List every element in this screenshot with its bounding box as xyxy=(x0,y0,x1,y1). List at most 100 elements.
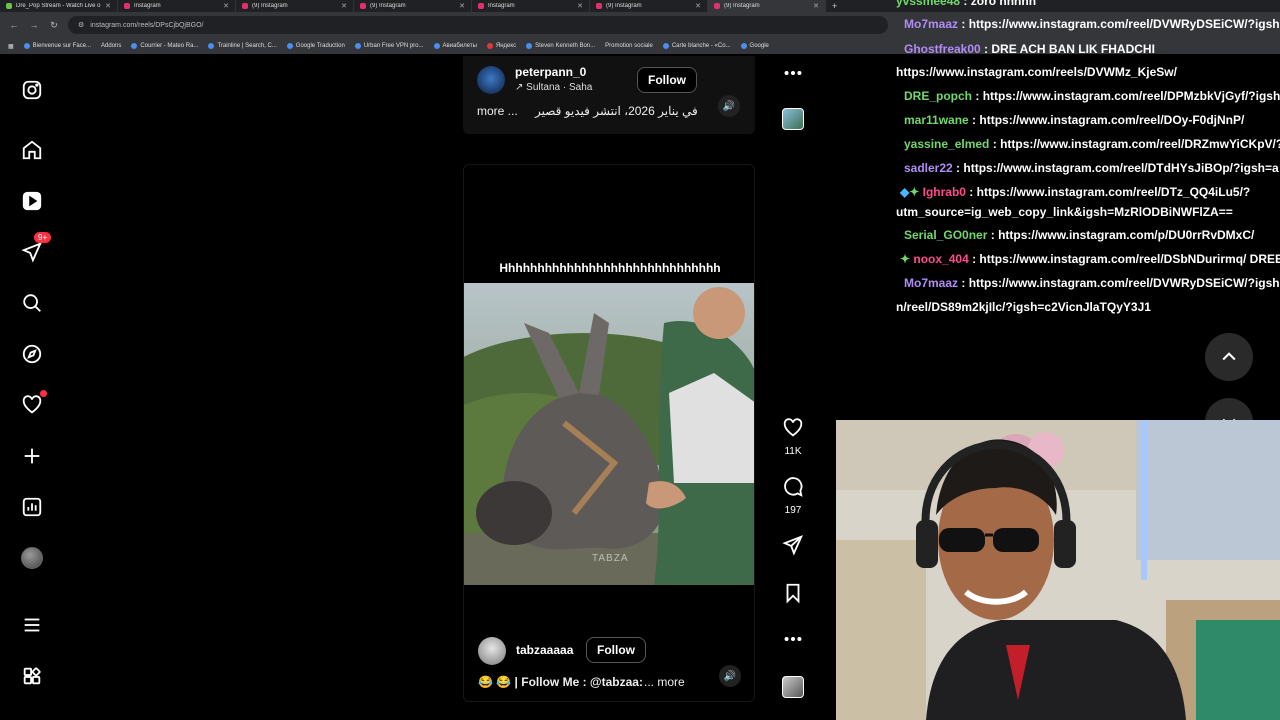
explore-icon[interactable] xyxy=(20,342,44,366)
reel-username[interactable]: tabzaaaaa xyxy=(516,643,573,657)
dashboard-icon[interactable] xyxy=(20,495,44,519)
reload-icon[interactable]: ↻ xyxy=(48,20,60,31)
notifications-heart-icon[interactable] xyxy=(20,390,47,417)
instagram-favicon-icon xyxy=(714,3,720,9)
close-icon[interactable]: ✕ xyxy=(341,2,347,10)
audio-label: Sultana · Saha xyxy=(526,82,593,93)
audio-thumbnail[interactable] xyxy=(780,676,806,698)
home-icon[interactable] xyxy=(20,138,44,162)
bookmark-label: Promotion sociale xyxy=(605,43,653,49)
chat-username: yassine_elmed xyxy=(904,137,990,151)
bookmark-label: Google xyxy=(749,43,769,49)
close-icon[interactable]: ✕ xyxy=(105,2,111,10)
chat-username: sadler22 xyxy=(904,161,953,175)
share-button[interactable] xyxy=(780,534,806,561)
browser-tab[interactable]: Instagram ✕ xyxy=(472,0,590,12)
chat-text: zoro hhhhh xyxy=(970,0,1037,8)
url-text: instagram.com/reels/DPsCjbQjBGO/ xyxy=(90,21,204,29)
chat-message: yassine_elmed : https://www.instagram.co… xyxy=(904,137,1280,151)
chat-text: https://www.instagram.com/p/DU0rrRvDMxC/ xyxy=(998,228,1255,242)
bookmark-item[interactable]: Urban Free VPN pro... xyxy=(354,43,424,49)
reel-username[interactable]: peterpann_0 xyxy=(515,65,586,79)
chat-message: yvssmee48 : zoro hhhhh xyxy=(896,0,1036,8)
bookmark-item[interactable]: Courrier - Mateo Ra... xyxy=(131,43,198,49)
close-icon[interactable]: ✕ xyxy=(577,2,583,10)
audio-arrow-icon: ↗ xyxy=(515,82,527,93)
save-button[interactable] xyxy=(780,582,806,609)
search-icon[interactable] xyxy=(20,291,44,315)
follow-button[interactable]: Follow xyxy=(586,637,646,663)
browser-tab[interactable]: Dre_Pop Stream - Watch Live o ✕ xyxy=(0,0,118,12)
follow-button[interactable]: Follow xyxy=(637,67,697,93)
reel-card-previous: peterpann_0 ↗ Sultana · Saha Follow more… xyxy=(463,56,755,134)
more-menu-icon[interactable] xyxy=(20,613,44,637)
bookmark-item[interactable]: Promotion sociale xyxy=(605,43,653,49)
bookmark-item[interactable]: Trainline | Search, C... xyxy=(208,43,277,49)
speaker-icon[interactable]: 🔊 xyxy=(718,95,740,117)
bookmark-item[interactable]: Google Traduction xyxy=(286,43,345,49)
close-icon[interactable]: ✕ xyxy=(695,2,701,10)
bookmark-label: Авиабилеты xyxy=(442,43,477,49)
bookmark-item[interactable]: Steven Kenneth Bon... xyxy=(526,43,595,49)
reel-actions: 11K 197 xyxy=(780,56,806,720)
more-options-icon[interactable] xyxy=(780,62,806,89)
bookmark-item[interactable]: Carte blanche - «Co... xyxy=(662,43,731,49)
url-field[interactable]: ⚙ instagram.com/reels/DPsCjbQjBGO/ xyxy=(68,16,888,34)
browser-tab[interactable]: Instagram ✕ xyxy=(118,0,236,12)
chat-message: Mo7maaz : https://www.instagram.com/reel… xyxy=(904,17,1280,31)
browser-tab-active[interactable]: (9) Instagram ✕ xyxy=(708,0,826,12)
new-tab-icon[interactable]: + xyxy=(826,1,843,11)
forward-icon[interactable]: → xyxy=(28,20,40,30)
create-icon[interactable] xyxy=(20,444,44,468)
instagram-sidebar: 9+ xyxy=(0,56,64,720)
chat-separator: : xyxy=(968,252,980,266)
chat-message: Serial_GO0ner : https://www.instagram.co… xyxy=(904,228,1254,242)
video-player[interactable]: TABZA xyxy=(464,283,754,585)
browser-tab[interactable]: (9) Instagram ✕ xyxy=(354,0,472,12)
comment-count: 197 xyxy=(784,505,802,516)
bookmark-item[interactable]: Google xyxy=(740,43,769,49)
bookmark-item[interactable]: Яндекс xyxy=(486,43,516,49)
caption-more[interactable]: ... more xyxy=(644,675,685,689)
close-icon[interactable]: ✕ xyxy=(459,2,465,10)
profile-avatar[interactable] xyxy=(20,546,44,570)
caption-more[interactable]: more ... xyxy=(477,104,518,118)
also-from-meta-icon[interactable] xyxy=(20,664,44,688)
more-options-icon[interactable] xyxy=(780,628,806,655)
audio-cover xyxy=(782,676,804,698)
previous-reel-button[interactable] xyxy=(1205,333,1253,381)
browser-tab[interactable]: (9) Instagram ✕ xyxy=(590,0,708,12)
site-info-icon[interactable]: ⚙ xyxy=(78,21,84,29)
reel-audio[interactable]: ↗ Sultana · Saha xyxy=(515,82,592,93)
avatar[interactable] xyxy=(477,66,505,94)
like-button[interactable]: 11K xyxy=(780,417,806,457)
bookmark-item[interactable]: Addons xyxy=(101,43,121,49)
reels-icon[interactable] xyxy=(20,189,44,213)
chat-badge-icon: ✦ xyxy=(909,185,923,199)
bookmark-favicon-icon xyxy=(486,43,493,49)
comment-button[interactable]: 197 xyxy=(780,476,806,516)
audio-thumbnail[interactable] xyxy=(780,108,806,130)
chat-text: https://www.instagram.com/reel/DPMzbkVjG… xyxy=(982,89,1280,103)
close-icon[interactable]: ✕ xyxy=(813,2,819,10)
apps-icon[interactable]: ▦ xyxy=(8,43,14,50)
back-icon[interactable]: ← xyxy=(8,20,20,30)
like-count: 11K xyxy=(784,446,802,457)
messages-icon[interactable]: 9+ xyxy=(20,232,52,264)
instagram-logo-icon[interactable] xyxy=(20,78,44,102)
screen: Dre_Pop Stream - Watch Live o ✕ Instagram… xyxy=(0,0,1280,720)
instagram-favicon-icon xyxy=(596,3,602,9)
chat-message: DRE_popch : https://www.instagram.com/re… xyxy=(904,89,1280,103)
speaker-icon[interactable]: 🔊 xyxy=(719,665,741,687)
browser-tab[interactable]: (9) Instagram ✕ xyxy=(236,0,354,12)
avatar[interactable] xyxy=(478,637,506,665)
chat-separator: : xyxy=(968,113,980,127)
close-icon[interactable]: ✕ xyxy=(223,2,229,10)
bookmark-item[interactable]: Авиабилеты xyxy=(433,43,477,49)
chat-username: noox_404 xyxy=(913,252,969,266)
chat-username: Mo7maaz xyxy=(904,17,959,31)
chat-message: ✦ noox_404 : https://www.instagram.com/r… xyxy=(900,252,1280,266)
chat-separator: : xyxy=(952,161,964,175)
bookmark-item[interactable]: Bienvenue sur Face... xyxy=(23,43,91,49)
chat-text: https://www.instagram.com/reel/DVWRyDSEi… xyxy=(968,276,1280,290)
